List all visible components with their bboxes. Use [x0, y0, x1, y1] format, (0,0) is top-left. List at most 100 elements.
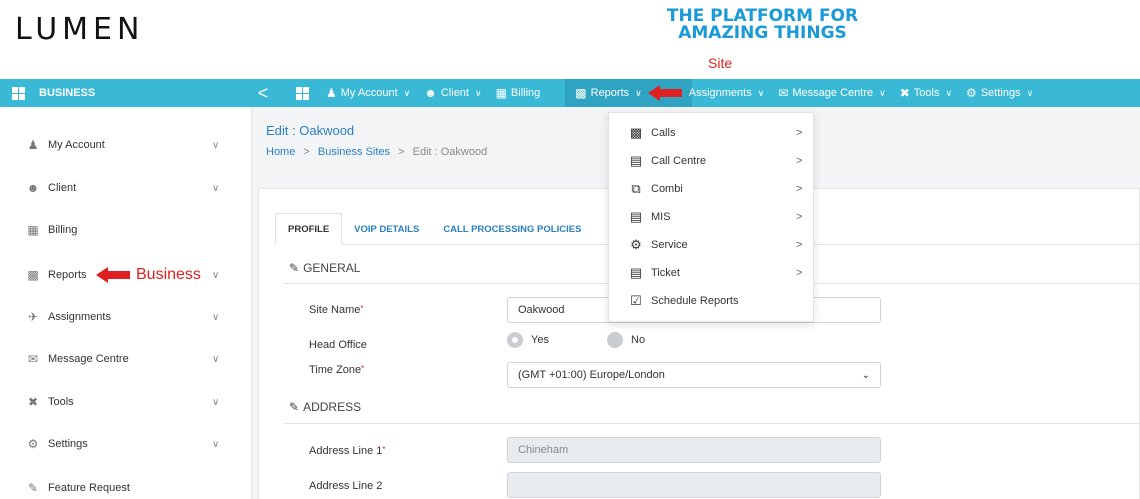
ticket-icon: ▤: [629, 265, 643, 280]
chevron-down-icon: ∨: [1026, 87, 1034, 98]
nav-item-label: Tools: [913, 87, 940, 99]
tab-call-processing-policies[interactable]: CALL PROCESSING POLICIES: [431, 213, 593, 245]
document-icon: ▤: [629, 153, 643, 168]
sidebar-item-tools[interactable]: ✖ Tools ∨: [0, 387, 252, 417]
chevron-down-icon: ∨: [212, 438, 220, 450]
nav-item-client[interactable]: ☻ Client ∨: [417, 79, 488, 107]
users-icon: ☻: [424, 86, 437, 100]
radio-no[interactable]: No: [607, 332, 645, 348]
time-zone-select[interactable]: (GMT +01:00) Europe/London ⌄: [507, 362, 881, 388]
address-line-2-input[interactable]: [507, 472, 881, 498]
chevron-right-icon: >: [796, 239, 803, 251]
chevron-down-icon: ⌄: [861, 369, 870, 381]
feature-request-icon: ✎: [27, 481, 39, 495]
chevron-right-icon: >: [796, 127, 803, 139]
menu-item-ticket[interactable]: ▤ Ticket >: [609, 259, 815, 287]
menu-item-mis[interactable]: ▤ MIS >: [609, 203, 815, 231]
user-icon: ♟: [326, 86, 337, 100]
label-text: Address Line 1: [309, 445, 383, 457]
settings-icon: ⚙: [966, 86, 977, 100]
tab-voip-details[interactable]: VOIP DETAILS: [342, 213, 431, 245]
breadcrumb-separator: >: [398, 146, 405, 158]
menu-item-label: Ticket: [651, 267, 680, 279]
nav-item-assignments[interactable]: Assignments ∨: [682, 79, 772, 107]
nav-item-billing[interactable]: ▦ Billing: [489, 79, 548, 107]
nav-item-message-centre[interactable]: ✉ Message Centre ∨: [771, 79, 892, 107]
lumen-logo[interactable]: LUMEN: [15, 12, 144, 47]
radio-no-label: No: [631, 334, 646, 346]
menu-item-calls[interactable]: ▩ Calls >: [609, 119, 815, 147]
sidebar-item-client[interactable]: ☻ Client ∨: [0, 173, 252, 203]
sidebar-item-label: My Account: [48, 139, 105, 151]
sidebar: ♟ My Account ∨ ☻ Client ∨ ▦ Billing ▩ Re…: [0, 107, 252, 499]
edit-icon: ✎: [289, 400, 300, 414]
sidebar-item-message-centre[interactable]: ✉ Message Centre ∨: [0, 344, 252, 374]
file-icon: ▤: [629, 209, 643, 224]
chevron-down-icon: ∨: [945, 87, 953, 98]
nav-item-my-account[interactable]: ♟ My Account ∨: [319, 79, 417, 107]
menu-item-service[interactable]: ⚙ Service >: [609, 231, 815, 259]
chevron-down-icon: ∨: [212, 396, 220, 408]
radio-dot-selected: [507, 332, 523, 348]
grid-icon: [12, 86, 25, 100]
annotation-site: Site: [708, 55, 733, 71]
tab-profile[interactable]: PROFILE: [275, 213, 343, 245]
nav-items: ♟ My Account ∨ ☻ Client ∨ ▦ Billing ▩ Re…: [274, 79, 1040, 107]
sidebar-item-settings[interactable]: ⚙ Settings ∨: [0, 429, 252, 459]
address-line-1-label: Address Line 1*: [309, 445, 386, 457]
nav-home-grid[interactable]: [282, 79, 319, 107]
sidebar-item-assignments[interactable]: ✈ Assignments ∨: [0, 302, 252, 332]
required-mark: *: [382, 445, 386, 454]
sidebar-item-label: Tools: [48, 396, 74, 408]
menu-item-label: Combi: [651, 183, 683, 195]
chevron-down-icon: ∨: [474, 87, 482, 98]
message-icon: ✉: [27, 352, 39, 366]
message-icon: ✉: [778, 86, 789, 100]
sidebar-item-label: Assignments: [48, 311, 111, 323]
chevron-right-icon: >: [796, 155, 803, 167]
radio-yes[interactable]: Yes: [507, 332, 549, 348]
section-title: GENERAL: [303, 261, 361, 275]
sidebar-item-feature-request[interactable]: ✎ Feature Request: [0, 473, 252, 499]
radio-yes-label: Yes: [531, 334, 549, 346]
section-address: ✎ ADDRESS: [289, 400, 361, 414]
breadcrumb: Home > Business Sites > Edit : Oakwood: [266, 146, 487, 158]
nav-item-label: Assignments: [688, 87, 752, 99]
sidebar-item-label: Client: [48, 182, 77, 194]
chevron-down-icon: ∨: [403, 87, 411, 98]
annotation-business: Business: [136, 266, 201, 283]
nav-brand[interactable]: BUSINESS: [0, 79, 252, 107]
breadcrumb-business-sites[interactable]: Business Sites: [318, 146, 390, 158]
sidebar-item-label: Reports: [48, 269, 87, 281]
back-icon[interactable]: <: [252, 79, 274, 107]
menu-item-label: Call Centre: [651, 155, 707, 167]
chevron-down-icon: ∨: [212, 353, 220, 365]
nav-item-label: Message Centre: [792, 87, 874, 99]
menu-item-call-centre[interactable]: ▤ Call Centre >: [609, 147, 815, 175]
address-line-1-input[interactable]: Chineham: [507, 437, 881, 463]
breadcrumb-home[interactable]: Home: [266, 146, 295, 158]
sidebar-item-billing[interactable]: ▦ Billing: [0, 215, 252, 245]
nav-item-tools[interactable]: ✖ Tools ∨: [893, 79, 959, 107]
address-line-1-value: Chineham: [518, 444, 569, 456]
nav-brand-label: BUSINESS: [39, 87, 96, 99]
nav-item-label: My Account: [340, 87, 398, 99]
required-mark: *: [361, 364, 365, 373]
chevron-right-icon: >: [796, 211, 803, 223]
nav-item-reports[interactable]: ▩ Reports ∨: [565, 79, 692, 107]
menu-item-label: Service: [651, 239, 688, 251]
menu-item-schedule-reports[interactable]: ☑ Schedule Reports: [609, 287, 815, 315]
tagline-line-2: AMAZING THINGS: [678, 23, 847, 43]
user-icon: ♟: [27, 138, 39, 152]
radio-dot: [607, 332, 623, 348]
menu-item-combi[interactable]: ⧉ Combi >: [609, 175, 815, 203]
sidebar-item-my-account[interactable]: ♟ My Account ∨: [0, 130, 252, 160]
clipboard-icon: ☑: [630, 293, 642, 308]
billing-icon: ▦: [495, 86, 507, 100]
nav-item-settings[interactable]: ⚙ Settings ∨: [959, 79, 1040, 107]
label-text: Site Name: [309, 304, 361, 316]
service-icon: ⚙: [630, 237, 642, 252]
grid-icon: [296, 86, 309, 100]
page-title: Edit : Oakwood: [266, 123, 355, 138]
chevron-down-icon: ∨: [879, 87, 886, 98]
